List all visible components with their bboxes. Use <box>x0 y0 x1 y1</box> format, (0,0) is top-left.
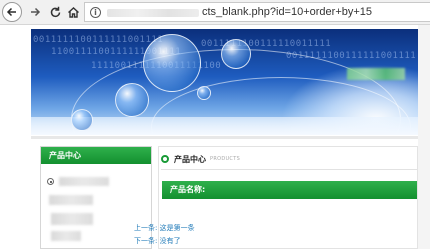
browser-toolbar: i cts_blank.php?id=10+order+by+15 <box>0 0 430 25</box>
address-bar[interactable]: i cts_blank.php?id=10+order+by+15 <box>84 2 430 22</box>
sidebar-item-redacted <box>49 195 93 205</box>
home-icon <box>67 6 79 18</box>
section-title: 产品中心 <box>174 154 206 164</box>
globe-bubble <box>221 39 251 69</box>
home-button[interactable] <box>64 3 82 21</box>
circle-bullet-icon <box>161 155 169 163</box>
header-banner: 0011111100111111001111 11001111001111110… <box>31 29 418 135</box>
sidebar-item-redacted <box>51 231 81 241</box>
sidebar-product-center: 产品中心 <box>40 146 152 249</box>
url-text: cts_blank.php?id=10+order+by+15 <box>202 6 373 18</box>
city-bubble <box>115 83 149 117</box>
url-redacted-blur <box>107 9 199 17</box>
arrow-left-icon <box>6 7 16 17</box>
sidebar-item-redacted <box>59 177 109 186</box>
binary-text: 0011111100111111001111 <box>33 35 164 45</box>
page-right-margin <box>418 25 430 249</box>
info-icon[interactable]: i <box>90 7 101 18</box>
back-button[interactable] <box>2 2 22 22</box>
header-divider <box>31 136 418 139</box>
product-name-bar: 产品名称: <box>162 181 417 199</box>
small-bubble <box>197 86 211 100</box>
next-item-link[interactable]: 下一条: 没有了 <box>134 236 181 246</box>
prev-item-link[interactable]: 上一条: 这是第一条 <box>134 223 195 233</box>
main-content: 产品中心 PRODUCTS 产品名称: 上一条: 这是第一条 下一条: 没有了 <box>134 146 418 249</box>
section-header: 产品中心 PRODUCTS <box>161 153 240 165</box>
section-divider <box>161 169 417 170</box>
banner-logo-redacted <box>347 68 405 80</box>
forward-button[interactable] <box>26 3 44 21</box>
sidebar-item-redacted <box>51 213 93 225</box>
reload-icon <box>50 6 60 17</box>
arrow-right-icon <box>31 7 41 17</box>
sidebar-item[interactable] <box>47 177 147 187</box>
small-bubble <box>71 109 93 131</box>
page-left-margin <box>0 25 31 249</box>
sidebar-title: 产品中心 <box>41 147 151 164</box>
section-subtitle: PRODUCTS <box>210 156 241 162</box>
binary-text: 0011111100111110011111 <box>201 39 332 49</box>
globe-bubble <box>143 34 201 92</box>
radio-bullet-icon <box>47 178 54 185</box>
reload-button[interactable] <box>46 3 64 21</box>
